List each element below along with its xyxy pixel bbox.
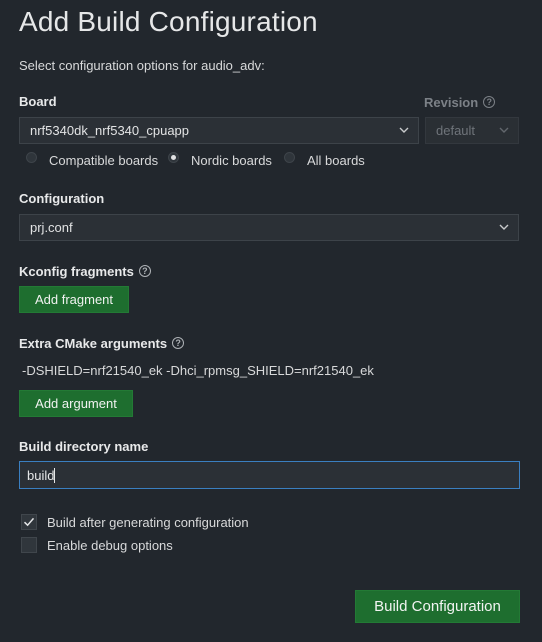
revision-help-icon[interactable]: ? <box>483 96 496 108</box>
revision-select-value: default <box>436 123 476 138</box>
checkbox[interactable] <box>21 537 37 553</box>
add-fragment-button[interactable]: Add fragment <box>19 286 129 313</box>
configuration-select-value: prj.conf <box>30 220 73 235</box>
board-select[interactable]: nrf5340dk_nrf5340_cpuapp <box>19 117 419 144</box>
chevron-down-icon <box>499 224 509 230</box>
radio-label: Nordic boards <box>191 153 272 168</box>
build-directory-value: build <box>27 467 55 483</box>
configuration-label: Configuration <box>19 191 105 206</box>
radio-button[interactable] <box>26 152 37 163</box>
enable-debug-option[interactable]: Enable debug options <box>21 537 173 553</box>
chevron-down-icon <box>399 127 409 133</box>
cmake-arguments-value: -DSHIELD=nrf21540_ek -Dhci_rpmsg_SHIELD=… <box>22 363 374 378</box>
kconfig-label: Kconfig fragments <box>19 264 134 279</box>
radio-nordic-boards[interactable]: Nordic boards <box>168 152 272 168</box>
radio-button[interactable] <box>284 152 295 163</box>
cmake-help-icon[interactable]: ? <box>172 337 185 349</box>
page-subtitle: Select configuration options for audio_a… <box>19 58 265 73</box>
page-title: Add Build Configuration <box>19 6 318 37</box>
chevron-down-icon <box>499 127 509 133</box>
text-caret <box>54 467 56 483</box>
cmake-label: Extra CMake arguments <box>19 336 168 351</box>
board-select-value: nrf5340dk_nrf5340_cpuapp <box>30 123 190 138</box>
build-after-generating-option[interactable]: Build after generating configuration <box>21 514 249 530</box>
build-directory-input[interactable]: build <box>19 461 520 489</box>
radio-label: All boards <box>307 153 365 168</box>
checkbox[interactable] <box>21 514 37 530</box>
kconfig-label-wrap: Kconfig fragments? <box>19 264 151 279</box>
revision-label-wrap: Revision? <box>424 95 496 110</box>
board-label: Board <box>19 94 57 109</box>
option-label: Build after generating configuration <box>47 514 249 530</box>
revision-select: default <box>425 117 519 144</box>
build-directory-label: Build directory name <box>19 439 149 454</box>
build-configuration-button[interactable]: Build Configuration <box>355 590 520 623</box>
radio-label: Compatible boards <box>49 153 159 168</box>
radio-button[interactable] <box>168 152 179 163</box>
configuration-select[interactable]: prj.conf <box>19 214 519 241</box>
kconfig-help-icon[interactable]: ? <box>138 265 151 277</box>
checkmark-icon <box>23 517 35 527</box>
add-argument-button[interactable]: Add argument <box>19 390 133 417</box>
revision-label: Revision <box>424 95 479 110</box>
add-build-configuration-panel: Add Build Configuration Select configura… <box>0 0 542 642</box>
cmake-label-wrap: Extra CMake arguments? <box>19 336 185 351</box>
radio-all-boards[interactable]: All boards <box>284 152 365 168</box>
option-label: Enable debug options <box>47 537 173 553</box>
radio-compatible-boards[interactable]: Compatible boards <box>26 152 159 168</box>
